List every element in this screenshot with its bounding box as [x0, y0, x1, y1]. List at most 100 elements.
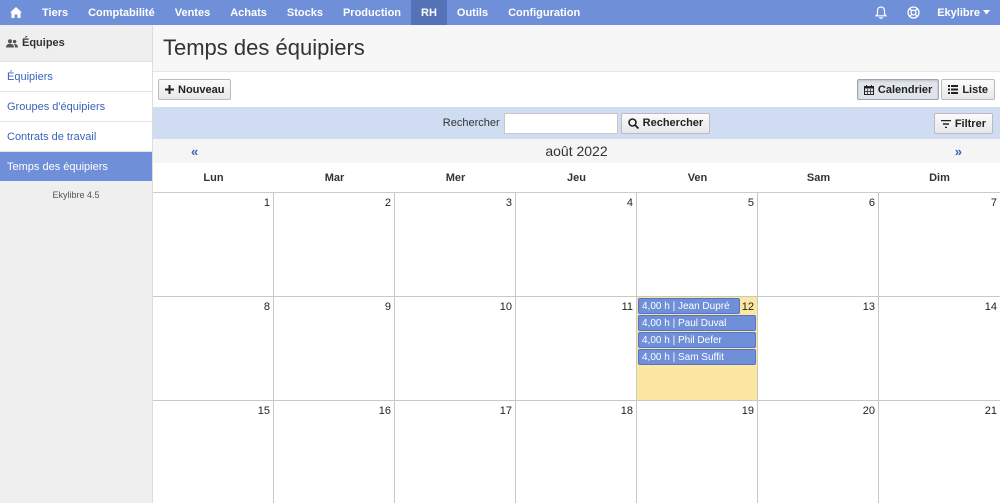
weekday-label: Mar	[324, 171, 345, 184]
day-number: 2	[384, 197, 391, 209]
calendar-day[interactable]: 5	[637, 193, 758, 297]
day-number: 18	[620, 405, 633, 417]
caret-down-icon	[983, 10, 990, 15]
day-number: 8	[263, 301, 270, 313]
home-icon	[10, 7, 22, 18]
day-number: 9	[384, 301, 391, 313]
top-navbar: Tiers Comptabilité Ventes Achats Stocks …	[0, 0, 1000, 25]
nav-production[interactable]: Production	[333, 0, 411, 25]
month-title: août 2022	[545, 143, 608, 159]
previous-month-button[interactable]: «	[191, 144, 198, 159]
page-header: Temps des équipiers	[153, 25, 1000, 72]
filter-button[interactable]: Filtrer	[933, 113, 993, 134]
nav-comptabilite[interactable]: Comptabilité	[78, 0, 165, 25]
sidebar-item-temps-equipiers[interactable]: Temps des équipiers	[0, 151, 152, 181]
calendar-day[interactable]: 19	[637, 401, 758, 503]
calendar-day[interactable]: 7	[879, 193, 1000, 297]
page-title: Temps des équipiers	[163, 35, 365, 60]
weekday-label: Lun	[203, 171, 224, 184]
nav-achats[interactable]: Achats	[220, 0, 277, 25]
notifications-button[interactable]	[865, 0, 897, 25]
calendar-day[interactable]: 9	[274, 297, 395, 401]
day-number: 19	[741, 405, 754, 417]
day-number: 4	[626, 197, 633, 209]
calendar-day[interactable]: 13	[758, 297, 879, 401]
weekday-label: Dim	[929, 171, 950, 184]
sidebar-item-groupes-equipiers[interactable]: Groupes d'équipiers	[0, 91, 152, 121]
toolbar: Nouveau Calendrier Liste	[153, 72, 1000, 107]
search-input[interactable]	[503, 112, 618, 134]
calendar-day[interactable]: 6	[758, 193, 879, 297]
calendar-day[interactable]: 1	[153, 193, 274, 297]
day-number: 3	[505, 197, 512, 209]
lifebuoy-icon	[907, 6, 920, 19]
calendar-day[interactable]: 11	[516, 297, 637, 401]
day-number: 6	[868, 197, 875, 209]
sidebar-item-contrats-travail[interactable]: Contrats de travail	[0, 121, 152, 151]
nav-tiers[interactable]: Tiers	[32, 0, 78, 25]
calendar-view-button[interactable]: Calendrier	[856, 79, 940, 100]
home-button[interactable]	[0, 0, 32, 25]
calendar-day[interactable]: 16	[274, 401, 395, 503]
day-number: 16	[378, 405, 391, 417]
list-view-button[interactable]: Liste	[941, 79, 995, 100]
calendar-day[interactable]: 10	[395, 297, 516, 401]
day-number: 15	[257, 405, 270, 417]
next-month-button[interactable]: »	[955, 144, 962, 159]
search-icon	[627, 117, 639, 129]
day-number: 1	[263, 197, 270, 209]
nav-outils[interactable]: Outils	[447, 0, 498, 25]
nav-rh[interactable]: RH	[411, 0, 447, 25]
nav-stocks[interactable]: Stocks	[277, 0, 333, 25]
calendar-day[interactable]: 20	[758, 401, 879, 503]
time-entry-event[interactable]: 4,00 h | Paul Duval	[638, 315, 756, 331]
calendar-day-today[interactable]: 12 4,00 h | Jean Dupré 4,00 h | Paul Duv…	[637, 297, 758, 401]
sidebar-item-equipiers[interactable]: Équipiers	[0, 61, 152, 91]
day-number: 11	[621, 301, 633, 313]
weekday-label: Jeu	[567, 171, 586, 184]
list-view-label: Liste	[962, 83, 988, 96]
calendar-grid: 1 2 3 4 5 6 7 8 9 10 11 12 4,00 h | Jean…	[153, 193, 1000, 503]
day-number: 17	[499, 405, 512, 417]
calendar-day[interactable]: 2	[274, 193, 395, 297]
search-button[interactable]: Rechercher	[620, 112, 711, 134]
filter-button-label: Filtrer	[954, 117, 986, 130]
plus-icon	[165, 85, 174, 94]
time-entry-event[interactable]: 4,00 h | Jean Dupré	[638, 298, 740, 314]
time-entry-event[interactable]: 4,00 h | Sam Suffit	[638, 349, 756, 365]
calendar-day[interactable]: 21	[879, 401, 1000, 503]
sidebar-section-title: Équipes	[0, 25, 152, 61]
day-number: 20	[862, 405, 875, 417]
nav-ventes[interactable]: Ventes	[165, 0, 220, 25]
day-number: 5	[747, 197, 754, 209]
day-number: 13	[862, 301, 875, 313]
nav-configuration[interactable]: Configuration	[498, 0, 590, 25]
weekday-header: Lun Mar Mer Jeu Ven Sam Dim	[153, 163, 1000, 193]
view-switcher: Calendrier Liste	[856, 79, 995, 100]
help-button[interactable]	[897, 0, 929, 25]
bell-icon	[875, 6, 888, 19]
day-number: 7	[990, 197, 997, 209]
calendar-day[interactable]: 3	[395, 193, 516, 297]
calendar-view-label: Calendrier	[877, 83, 933, 96]
team-icon	[6, 38, 18, 47]
calendar-day[interactable]: 4	[516, 193, 637, 297]
weekday-label: Sam	[806, 171, 831, 184]
calendar-day[interactable]: 8	[153, 297, 274, 401]
time-entry-event[interactable]: 4,00 h | Phil Defer	[638, 332, 756, 348]
weekday-label: Mer	[445, 171, 466, 184]
main-content: Temps des équipiers Nouveau Calendrier L…	[153, 25, 1000, 503]
calendar-icon	[863, 84, 874, 95]
calendar-day[interactable]: 15	[153, 401, 274, 503]
weekday-label: Ven	[687, 171, 708, 184]
calendar-day[interactable]: 18	[516, 401, 637, 503]
user-menu-label: Ekylibre	[937, 6, 980, 19]
user-menu[interactable]: Ekylibre	[929, 7, 1000, 19]
search-bar: Rechercher Rechercher Filtrer	[153, 107, 1000, 139]
calendar-day[interactable]: 14	[879, 297, 1000, 401]
new-button-label: Nouveau	[178, 83, 225, 96]
calendar-day[interactable]: 17	[395, 401, 516, 503]
new-button[interactable]: Nouveau	[158, 79, 232, 100]
list-icon	[948, 85, 959, 94]
day-number: 10	[499, 301, 512, 313]
